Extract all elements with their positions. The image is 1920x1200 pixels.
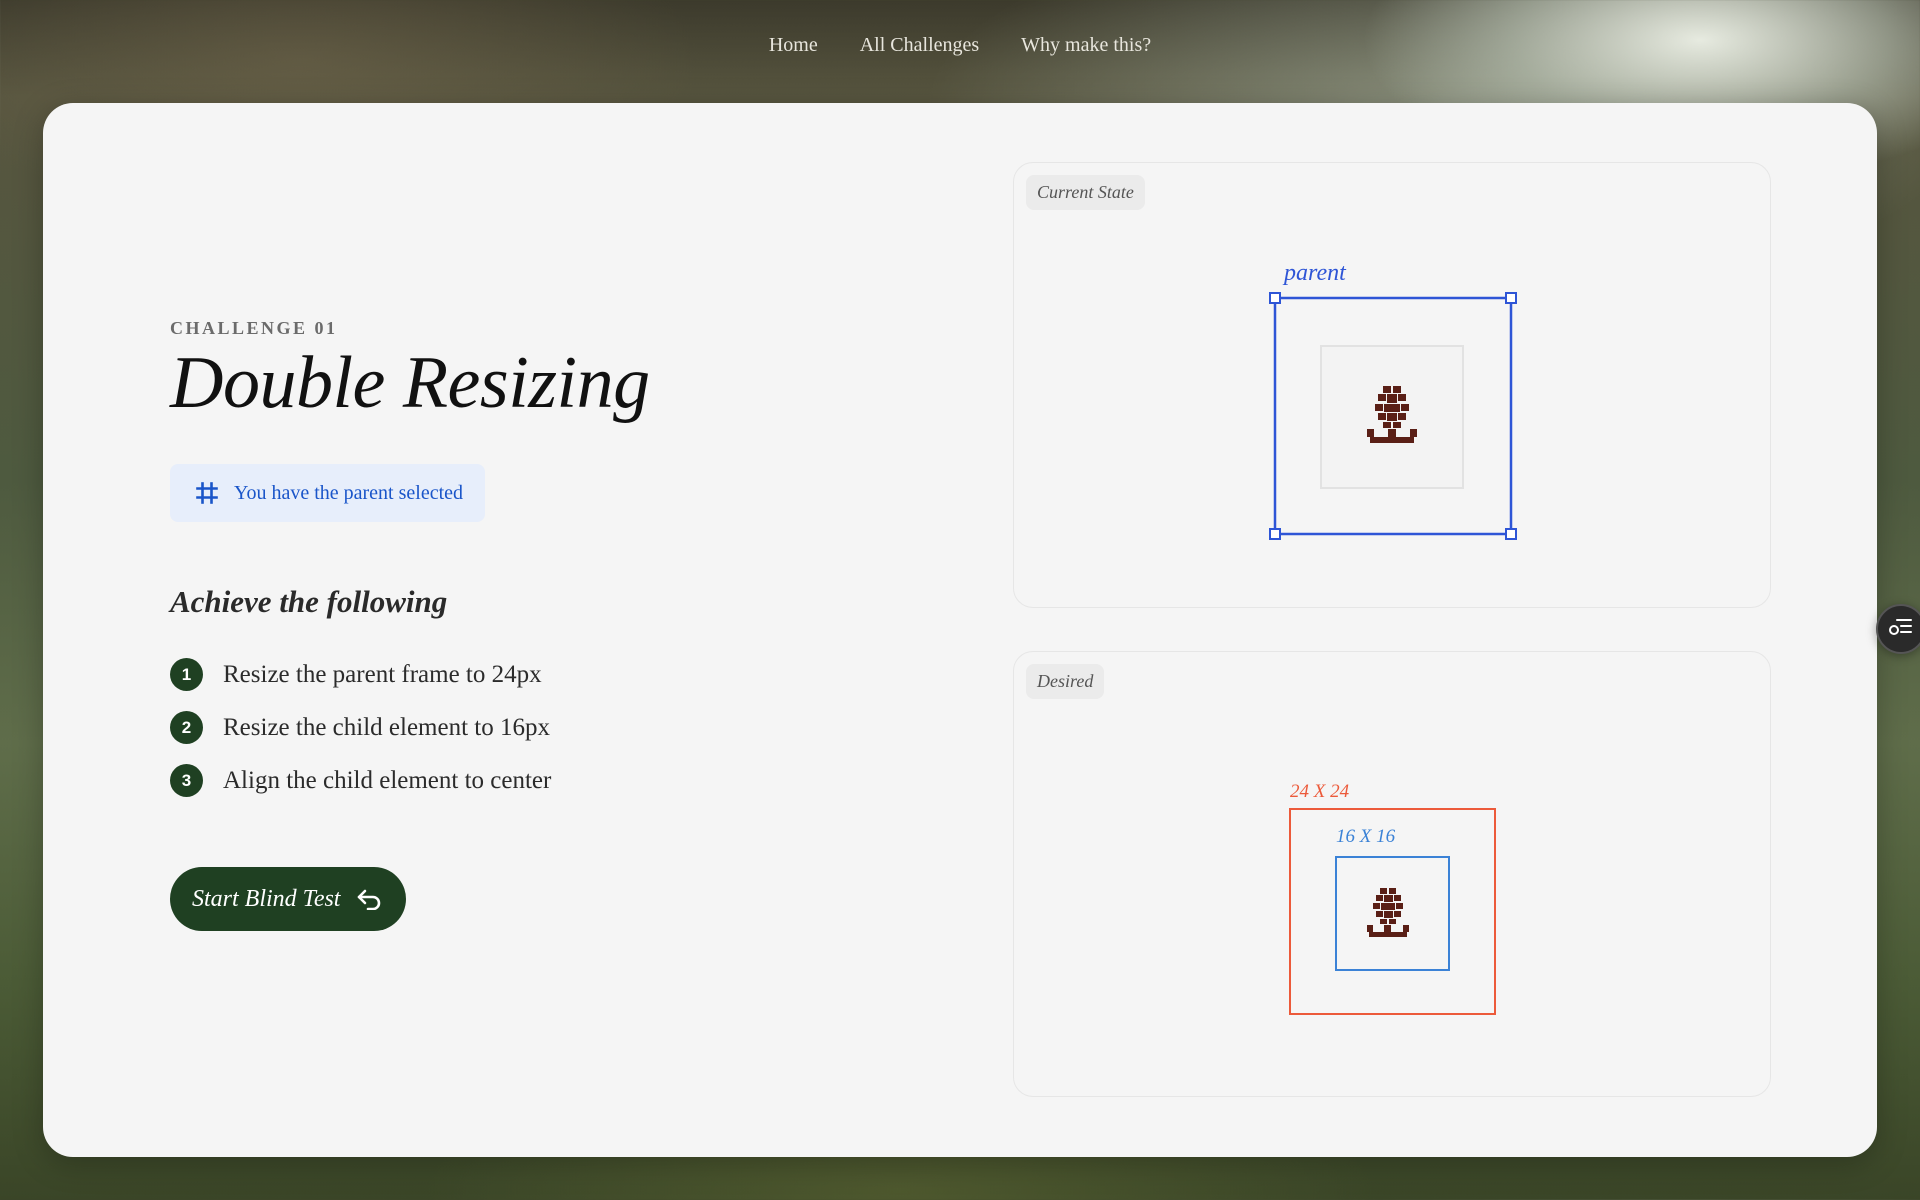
task-number-badge: 2 — [170, 711, 203, 745]
challenge-info: CHALLENGE 01 Double Resizing You have th… — [170, 318, 930, 932]
desired-inner-size-label: 16 X 16 — [1336, 826, 1396, 847]
start-blind-test-label: Start Blind Test — [192, 885, 341, 912]
nav-why-link[interactable]: Why make this? — [1021, 34, 1151, 57]
flower-pixel-icon — [1367, 888, 1409, 937]
top-nav: Home All Challenges Why make this? — [0, 0, 1920, 90]
parent-frame-label: parent — [1282, 260, 1347, 286]
current-state-canvas[interactable]: parent — [1014, 163, 1772, 609]
start-blind-test-button[interactable]: Start Blind Test — [170, 867, 407, 932]
current-state-panel: Current State parent — [1013, 162, 1771, 608]
task-number-badge: 3 — [170, 764, 203, 798]
task-list-icon — [1887, 616, 1915, 643]
resize-handle-bottom-right[interactable] — [1505, 528, 1517, 540]
desired-canvas: 24 X 24 16 X 16 — [1289, 781, 1496, 1015]
achieve-heading: Achieve the following — [170, 584, 448, 620]
resize-handle-top-left[interactable] — [1269, 292, 1281, 304]
nav-home-link[interactable]: Home — [769, 34, 818, 57]
resize-handle-top-right[interactable] — [1505, 292, 1517, 304]
task-list-toggle-button[interactable] — [1876, 604, 1920, 654]
selection-status-badge: You have the parent selected — [170, 464, 486, 523]
nav-all-challenges-link[interactable]: All Challenges — [860, 34, 979, 57]
desired-panel: Desired 24 X 24 16 X 16 — [1013, 651, 1771, 1097]
frame-hash-icon — [196, 482, 218, 505]
task-text: Resize the parent frame to 24px — [223, 660, 542, 688]
desired-outer-size-label: 24 X 24 — [1290, 781, 1350, 802]
task-item: 1 Resize the parent frame to 24px — [170, 648, 930, 701]
task-text: Resize the child element to 16px — [223, 713, 550, 741]
resize-handle-bottom-left[interactable] — [1269, 528, 1281, 540]
task-text: Align the child element to center — [223, 766, 552, 794]
task-number-badge: 1 — [170, 658, 203, 692]
selection-status-text: You have the parent selected — [234, 481, 464, 504]
task-item: 3 Align the child element to center — [170, 754, 930, 807]
task-item: 2 Resize the child element to 16px — [170, 701, 930, 754]
task-list: 1 Resize the parent frame to 24px 2 Resi… — [170, 648, 930, 807]
return-arrow-icon — [356, 888, 382, 911]
challenge-number: CHALLENGE 01 — [170, 318, 338, 338]
page-title: Double Resizing — [170, 342, 650, 424]
